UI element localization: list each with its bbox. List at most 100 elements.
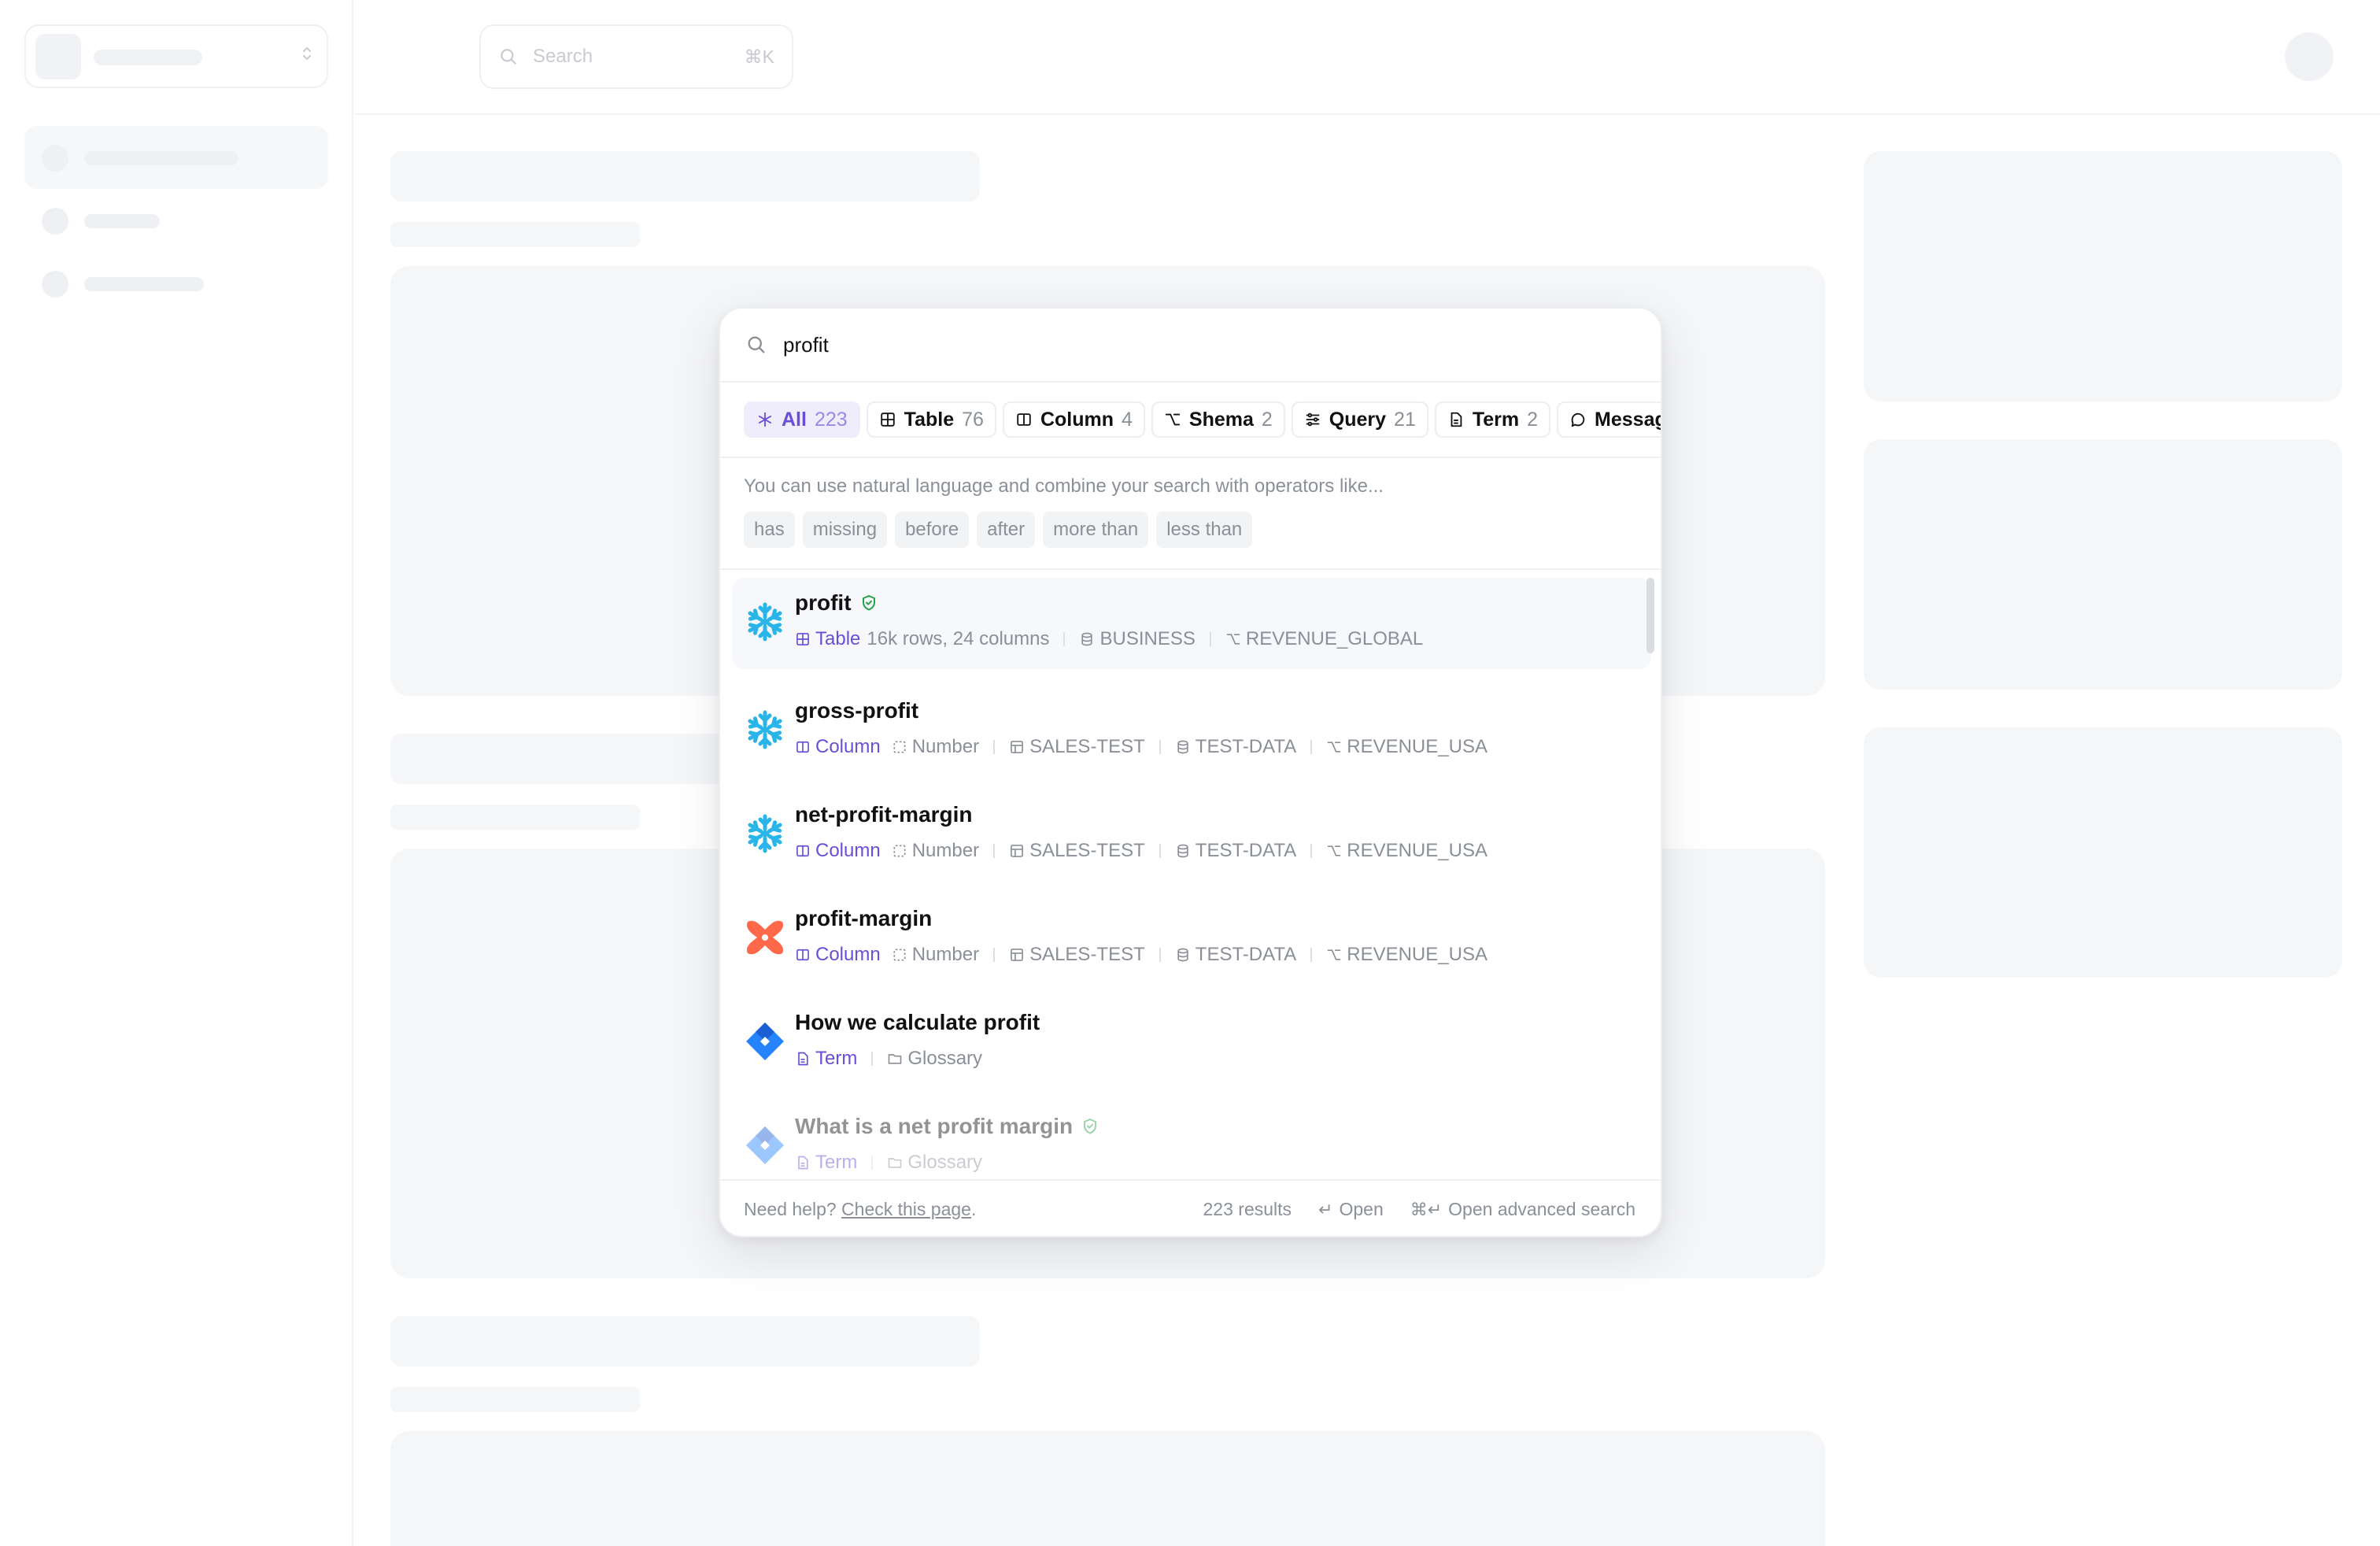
- search-palette: All 223 Table 76 Column 4 Shema 2 Query …: [719, 307, 1662, 1237]
- filter-chip-term[interactable]: Term 2: [1434, 401, 1551, 438]
- operators-hint: You can use natural language and combine…: [744, 475, 1384, 497]
- table-icon: [1009, 739, 1025, 755]
- result-title: gross-profit: [795, 698, 919, 723]
- result-title: How we calculate profit: [795, 1010, 1040, 1034]
- filter-chip-table[interactable]: Table 76: [866, 401, 996, 438]
- results-list: profit Table 16k rows, 24 columns BUSINE…: [720, 570, 1661, 1174]
- asterisk-icon: [756, 411, 774, 428]
- side-panel-skeleton: [1864, 439, 2342, 690]
- verified-shield-icon: [1081, 1117, 1099, 1136]
- palette-search-input[interactable]: [783, 332, 1491, 357]
- result-folder: Glossary: [907, 1152, 983, 1173]
- filter-label: Term: [1472, 408, 1520, 431]
- nav-icon-placeholder: [42, 271, 68, 298]
- open-hint[interactable]: ↵ Open: [1318, 1199, 1384, 1220]
- result-table: SALES-TEST: [1029, 736, 1145, 757]
- folder-icon: [887, 1051, 903, 1067]
- result-title: profit-margin: [795, 906, 933, 930]
- search-shortcut: ⌘K: [744, 46, 774, 67]
- operator-chip[interactable]: less than: [1156, 512, 1253, 548]
- number-type-icon: [892, 947, 907, 963]
- open-label: Open: [1339, 1199, 1384, 1219]
- result-item[interactable]: profit-margin Column Number SALES-TEST T…: [732, 893, 1651, 985]
- subtitle-skeleton: [390, 804, 640, 830]
- database-icon: [1175, 843, 1191, 859]
- result-title: What is a net profit margin: [795, 1114, 1074, 1138]
- subtitle-skeleton: [390, 1387, 640, 1412]
- help-link[interactable]: Check this page: [841, 1199, 971, 1219]
- result-database: TEST-DATA: [1195, 840, 1297, 861]
- schema-branch-icon: [1164, 411, 1181, 428]
- filter-count: 76: [962, 408, 984, 431]
- result-kind: Term: [815, 1048, 858, 1069]
- verified-shield-icon: [859, 594, 878, 612]
- result-kind: Table: [815, 628, 861, 649]
- result-item[interactable]: profit Table 16k rows, 24 columns BUSINE…: [732, 578, 1651, 669]
- folder-icon: [887, 1155, 903, 1171]
- result-database: TEST-DATA: [1195, 736, 1297, 757]
- column-icon: [795, 947, 811, 963]
- filter-chip-column[interactable]: Column 4: [1002, 401, 1145, 438]
- filter-chip-messages[interactable]: Messages 21: [1557, 401, 1661, 438]
- results-scrollbar[interactable]: [1646, 578, 1654, 653]
- advanced-search-hint[interactable]: ⌘↵ Open advanced search: [1410, 1199, 1635, 1220]
- filter-label: All: [782, 408, 807, 431]
- avatar[interactable]: [2285, 32, 2334, 81]
- result-schema: REVENUE_USA: [1347, 944, 1488, 965]
- workspace-logo-placeholder: [35, 34, 81, 80]
- operator-chip[interactable]: before: [895, 512, 970, 548]
- filter-chip-query[interactable]: Query 21: [1291, 401, 1428, 438]
- help-text: Need help? Check this page.: [744, 1199, 976, 1220]
- filter-label: Table: [904, 408, 955, 431]
- sidebar-item-placeholder[interactable]: [24, 126, 328, 189]
- result-database: BUSINESS: [1099, 628, 1196, 649]
- nav-label-placeholder: [84, 151, 238, 165]
- workspace-switcher[interactable]: [24, 24, 328, 88]
- database-icon: [1175, 947, 1191, 963]
- result-item[interactable]: How we calculate profit Term Glossary: [732, 997, 1651, 1089]
- nav-label-placeholder: [84, 277, 204, 291]
- sidebar: [0, 0, 353, 1546]
- schema-branch-icon: [1326, 843, 1342, 859]
- filter-label: Shema: [1188, 408, 1254, 431]
- operator-chip[interactable]: more than: [1043, 512, 1149, 548]
- filter-count: 4: [1121, 408, 1133, 431]
- title-skeleton: [390, 1316, 980, 1367]
- filter-label: Column: [1040, 408, 1114, 431]
- result-item[interactable]: What is a net profit margin Term Glossar…: [732, 1101, 1651, 1174]
- operator-chip[interactable]: has: [744, 512, 795, 548]
- operator-chip[interactable]: missing: [802, 512, 888, 548]
- result-kind: Column: [815, 840, 881, 861]
- snowflake-icon: [743, 708, 787, 752]
- table-icon: [879, 411, 896, 428]
- result-kind: Column: [815, 944, 881, 965]
- document-icon: [795, 1051, 811, 1067]
- result-schema: REVENUE_GLOBAL: [1245, 628, 1424, 649]
- result-kind: Term: [815, 1152, 858, 1173]
- schema-branch-icon: [1225, 631, 1241, 647]
- advanced-search-label: Open advanced search: [1448, 1199, 1635, 1219]
- message-icon: [1569, 411, 1587, 428]
- column-icon: [795, 843, 811, 859]
- sidebar-item-placeholder[interactable]: [24, 252, 328, 315]
- result-table: SALES-TEST: [1029, 944, 1145, 965]
- filter-count: 223: [814, 408, 848, 431]
- sidebar-item-placeholder[interactable]: [24, 189, 328, 252]
- card-skeleton: [390, 1431, 1825, 1546]
- result-item[interactable]: net-profit-margin Column Number SALES-TE…: [732, 790, 1651, 881]
- operator-chips: has missing before after more than less …: [744, 512, 1260, 548]
- jira-icon: [743, 1123, 787, 1167]
- filter-chip-schema[interactable]: Shema 2: [1151, 401, 1285, 438]
- workspace-name-placeholder: [94, 50, 202, 65]
- results-count: 223 results: [1203, 1199, 1292, 1219]
- filter-chip-all[interactable]: All 223: [744, 401, 860, 438]
- column-icon: [1015, 411, 1033, 428]
- global-search-box[interactable]: Search ⌘K: [479, 24, 793, 89]
- result-item[interactable]: gross-profit Column Number SALES-TEST TE…: [732, 686, 1651, 777]
- result-schema: REVENUE_USA: [1347, 736, 1488, 757]
- filter-count: 2: [1527, 408, 1539, 431]
- snowflake-icon: [743, 812, 787, 856]
- operator-chip[interactable]: after: [977, 512, 1036, 548]
- result-type: Number: [911, 944, 980, 965]
- result-type: Number: [911, 736, 980, 757]
